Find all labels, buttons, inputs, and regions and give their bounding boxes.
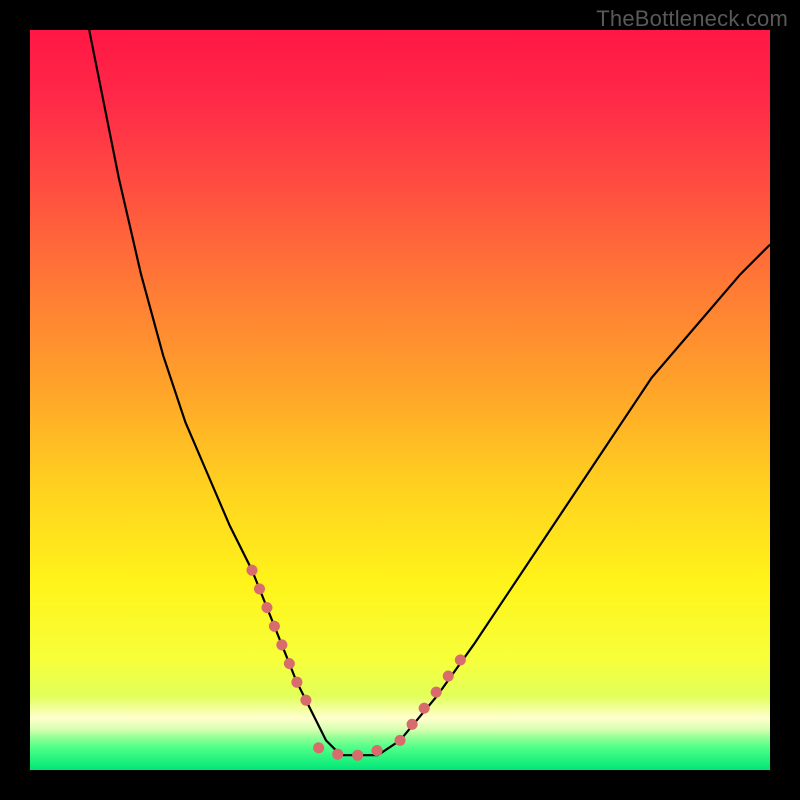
watermark-text: TheBottleneck.com bbox=[596, 6, 788, 32]
curve-layer bbox=[30, 30, 770, 770]
series-highlight-right bbox=[400, 652, 467, 741]
series-highlight-left bbox=[252, 570, 311, 711]
series-highlight-bottom bbox=[319, 748, 386, 755]
chart-frame: TheBottleneck.com bbox=[0, 0, 800, 800]
plot-area bbox=[30, 30, 770, 770]
series-main-curve bbox=[89, 30, 770, 755]
